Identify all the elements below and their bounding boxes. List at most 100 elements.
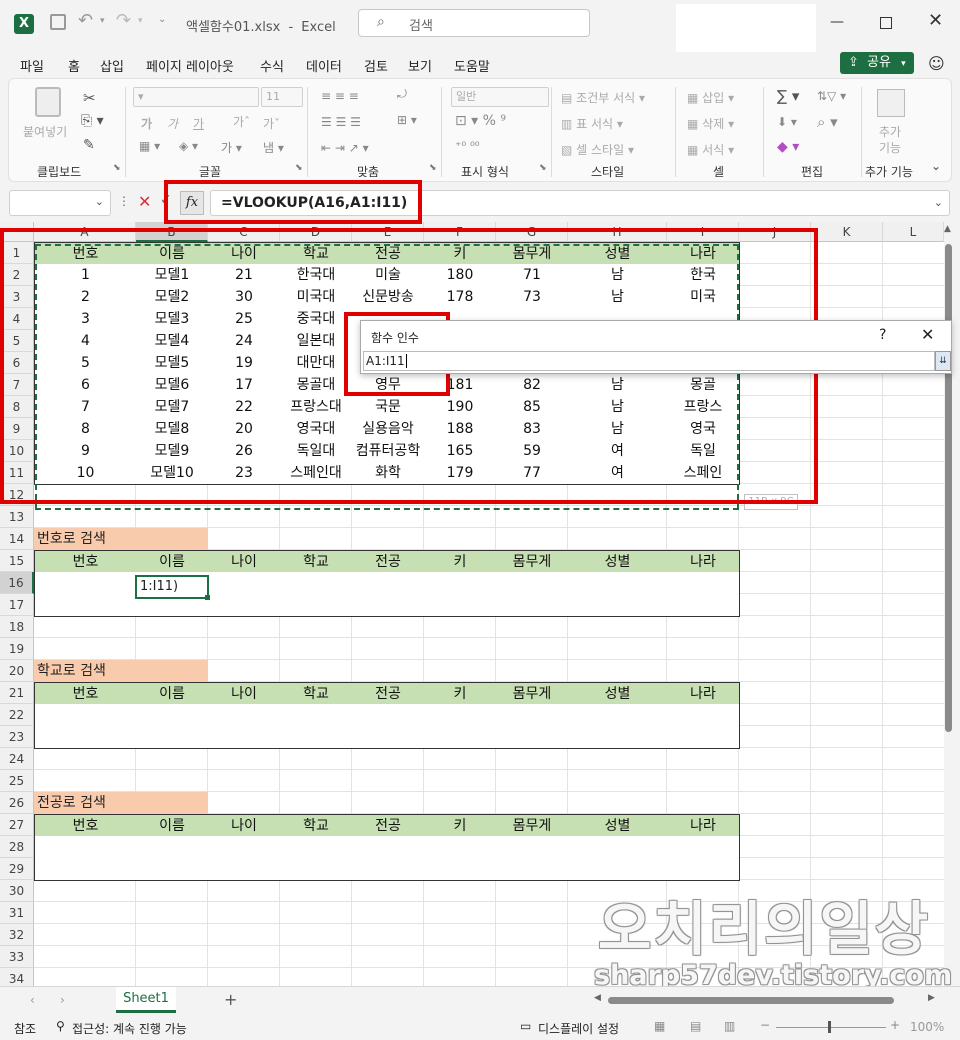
table-cell[interactable]	[280, 858, 353, 881]
table-header-cell[interactable]: 몸무게	[496, 682, 569, 705]
scroll-right-icon[interactable]: ▶	[928, 993, 935, 1003]
more-options-icon[interactable]: ⋮	[118, 194, 130, 208]
tab-review[interactable]: 검토	[364, 56, 388, 75]
row-header[interactable]: 29	[0, 858, 34, 880]
table-cell[interactable]	[208, 726, 281, 749]
horizontal-scrollbar[interactable]: ◀ ▶	[592, 993, 942, 1009]
table-cell[interactable]	[352, 594, 425, 617]
table-cell[interactable]	[568, 858, 668, 881]
table-header-cell[interactable]: 성별	[568, 550, 668, 573]
table-cell[interactable]	[136, 704, 209, 727]
table-cell[interactable]	[667, 704, 740, 727]
table-cell[interactable]	[568, 704, 668, 727]
table-cell[interactable]	[568, 572, 668, 595]
table-cell[interactable]	[34, 726, 137, 749]
row-header[interactable]: 18	[0, 616, 34, 638]
row-header[interactable]: 33	[0, 946, 34, 968]
table-cell[interactable]	[496, 594, 569, 617]
table-cell[interactable]	[34, 858, 137, 881]
tab-file[interactable]: 파일	[20, 56, 44, 75]
table-cell[interactable]	[280, 836, 353, 859]
table-cell[interactable]	[352, 704, 425, 727]
next-sheet-icon[interactable]: ›	[60, 993, 65, 1007]
table-header-cell[interactable]: 이름	[136, 814, 209, 837]
table-cell[interactable]	[34, 704, 137, 727]
italic-button[interactable]: 가	[167, 115, 178, 132]
zoom-out-icon[interactable]: −	[760, 1018, 770, 1032]
row-header[interactable]: 28	[0, 836, 34, 858]
dialog-close-button[interactable]: ✕	[921, 325, 934, 344]
table-cell[interactable]	[496, 726, 569, 749]
row-header[interactable]: 21	[0, 682, 34, 704]
wrap-text-icon[interactable]: ⤾	[397, 87, 407, 102]
table-cell[interactable]	[34, 594, 137, 617]
align-top-icon[interactable]: ≡ ≡ ≡	[321, 89, 359, 103]
row-header[interactable]: 14	[0, 528, 34, 550]
tab-formulas[interactable]: 수식	[260, 56, 284, 75]
table-header-cell[interactable]: 이름	[136, 682, 209, 705]
scroll-up-icon[interactable]: ▲	[944, 224, 951, 234]
redo-dropdown-icon[interactable]: ▾	[138, 16, 143, 26]
sort-filter-icon[interactable]: ⇅▽ ▾	[817, 89, 846, 103]
table-cell[interactable]	[568, 594, 668, 617]
font-size-combo[interactable]: 11	[261, 87, 303, 107]
column-header[interactable]: L	[883, 222, 944, 242]
restore-icon[interactable]	[880, 17, 892, 29]
bold-button[interactable]: 가	[141, 115, 152, 132]
table-cell[interactable]	[208, 594, 281, 617]
table-cell[interactable]	[136, 836, 209, 859]
zoom-slider[interactable]	[776, 1027, 886, 1028]
table-header-cell[interactable]: 성별	[568, 814, 668, 837]
table-cell[interactable]	[280, 726, 353, 749]
table-cell[interactable]	[34, 836, 137, 859]
clear-icon[interactable]: ◆ ▾	[777, 139, 799, 155]
paste-icon[interactable]	[35, 87, 61, 117]
table-header-cell[interactable]: 번호	[34, 550, 137, 573]
table-cell[interactable]	[136, 858, 209, 881]
table-cell[interactable]	[496, 858, 569, 881]
tab-data[interactable]: 데이터	[306, 56, 342, 75]
table-cell[interactable]	[208, 572, 281, 595]
row-header[interactable]: 27	[0, 814, 34, 836]
row-header[interactable]: 30	[0, 880, 34, 902]
row-header[interactable]: 22	[0, 704, 34, 726]
shrink-font-icon[interactable]: 가ˇ	[263, 115, 280, 132]
table-header-cell[interactable]: 학교	[280, 814, 353, 837]
row-header[interactable]: 19	[0, 638, 34, 660]
row-header[interactable]: 16	[0, 572, 34, 594]
row-header[interactable]: 26	[0, 792, 34, 814]
cancel-icon[interactable]: ✕	[138, 192, 151, 211]
table-header-cell[interactable]: 나라	[667, 814, 740, 837]
clipboard-launcher-icon[interactable]: ⬊	[113, 163, 121, 173]
addins-button-line1[interactable]: 추가	[879, 123, 901, 140]
fill-handle[interactable]	[205, 595, 210, 600]
redo-icon[interactable]: ↷	[116, 10, 131, 31]
table-header-cell[interactable]: 번호	[34, 814, 137, 837]
table-header-cell[interactable]: 나라	[667, 682, 740, 705]
number-format-combo[interactable]: 일반	[451, 87, 549, 107]
add-sheet-icon[interactable]: +	[224, 990, 237, 1009]
table-header-cell[interactable]: 나이	[208, 550, 281, 573]
row-header[interactable]: 17	[0, 594, 34, 616]
accessibility-status[interactable]: 접근성: 계속 진행 가능	[72, 1020, 187, 1037]
cut-icon[interactable]: ✂	[83, 89, 96, 107]
conditional-format-button[interactable]: ▤ 조건부 서식 ▾	[561, 89, 645, 106]
table-cell[interactable]	[568, 836, 668, 859]
paste-button[interactable]: 붙여넣기	[23, 123, 67, 140]
table-cell[interactable]	[352, 726, 425, 749]
table-cell[interactable]	[496, 572, 569, 595]
vertical-scroll-thumb[interactable]	[945, 244, 952, 732]
table-header-cell[interactable]: 성별	[568, 682, 668, 705]
table-header-cell[interactable]: 나이	[208, 682, 281, 705]
undo-icon[interactable]: ↶	[78, 10, 93, 31]
dialog-help-button[interactable]: ?	[879, 327, 886, 343]
find-icon[interactable]: ⌕ ▾	[817, 113, 838, 131]
zoom-level[interactable]: 100%	[910, 1020, 944, 1034]
dialog-argument-input[interactable]: A1:I11	[363, 351, 935, 371]
column-header[interactable]: K	[811, 222, 883, 242]
table-cell[interactable]	[496, 704, 569, 727]
table-cell[interactable]	[424, 836, 497, 859]
table-header-cell[interactable]: 키	[424, 814, 497, 837]
normal-view-icon[interactable]: ▦	[654, 1019, 665, 1033]
format-table-button[interactable]: ▥ 표 서식 ▾	[561, 115, 623, 132]
